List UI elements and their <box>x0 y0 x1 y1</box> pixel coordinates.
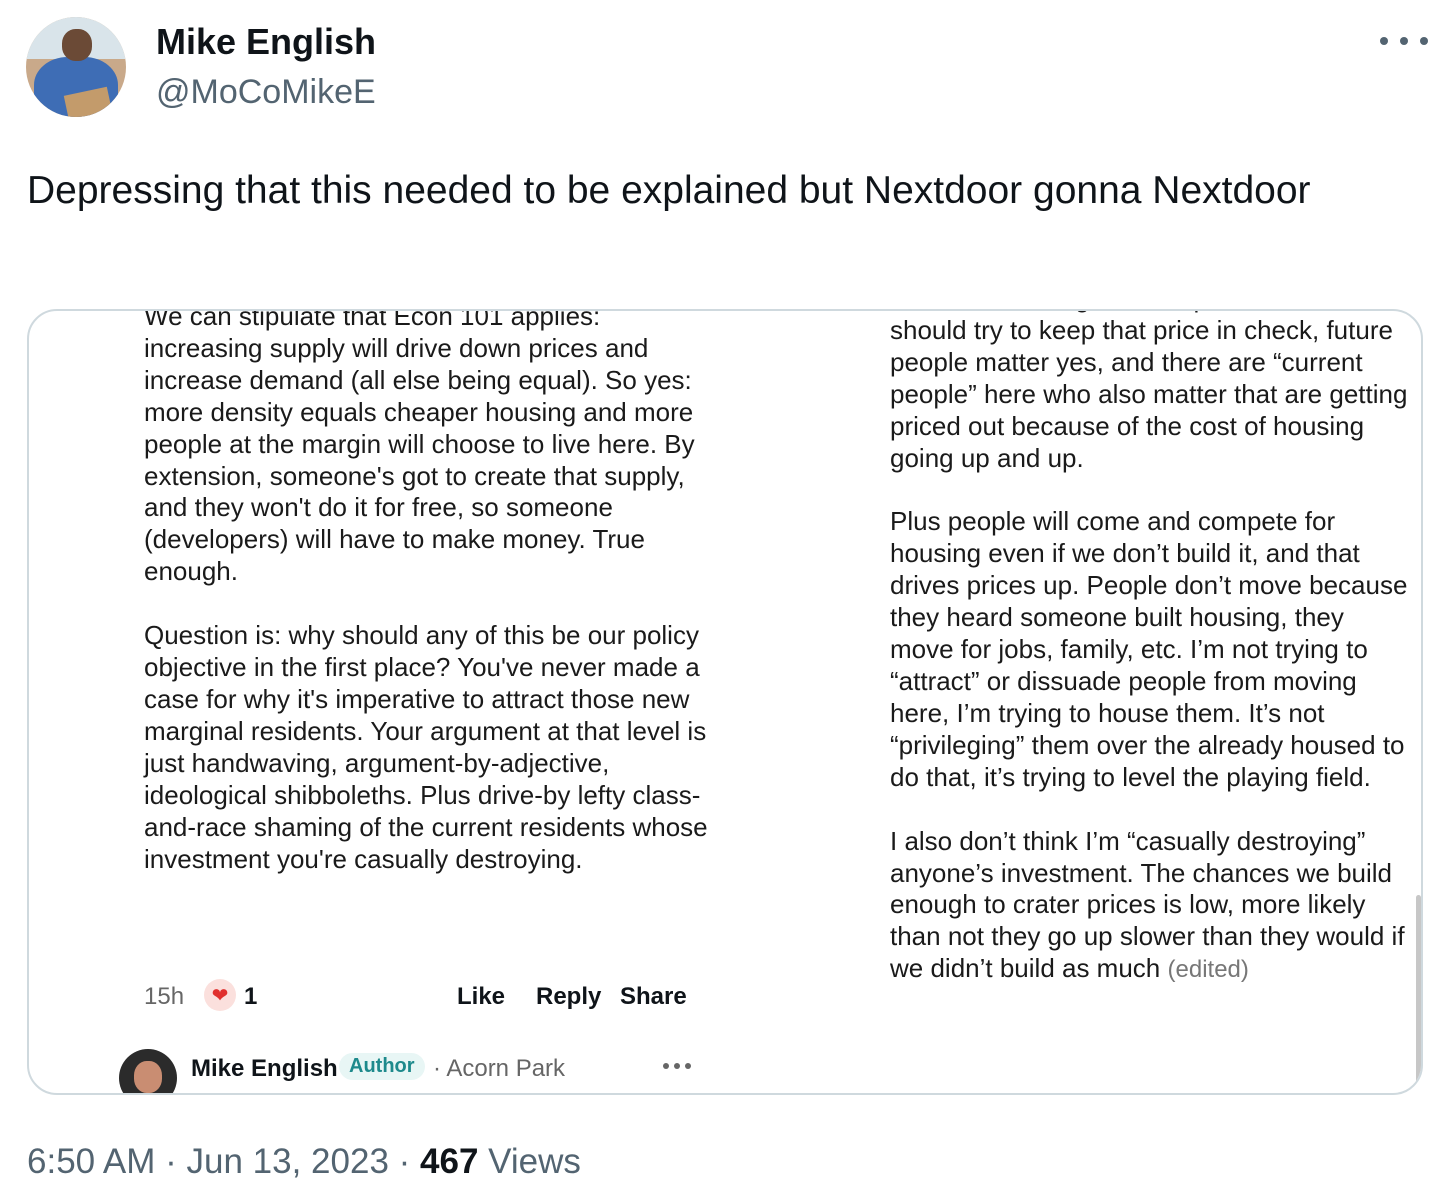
more-horizontal-icon[interactable] <box>1380 26 1428 56</box>
tweet-timestamp[interactable]: 6:50 AM · Jun 13, 2023 <box>27 1142 389 1181</box>
reply-author-avatar[interactable] <box>119 1049 177 1093</box>
reply-button[interactable]: Reply <box>536 983 601 1011</box>
dot <box>663 1063 669 1069</box>
reaction-count: 1 <box>244 983 258 1010</box>
tweet-text: Depressing that this needed to be explai… <box>27 169 1311 212</box>
attached-image-card[interactable]: We can stipulate that Econ 101 applies: … <box>27 309 1423 1095</box>
scrollbar[interactable] <box>1416 895 1421 1087</box>
avatar-head <box>62 29 92 61</box>
author-name[interactable]: Mike English <box>156 20 376 64</box>
comment-time: 15h <box>144 983 185 1010</box>
comment-paragraph: I also don’t think I’m “casually destroy… <box>890 826 1410 987</box>
dot <box>1380 37 1388 45</box>
views-label: Views <box>488 1142 581 1181</box>
reply-author-name[interactable]: Mike English <box>191 1055 338 1083</box>
comment-meta-row: 15h ❤ 1 Like Reply Share <box>144 979 704 1015</box>
reply-author-location: · Acorn Park <box>433 1055 566 1082</box>
views-count: 467 <box>420 1142 479 1181</box>
separator: · <box>388 1142 421 1181</box>
more-horizontal-icon[interactable] <box>663 1063 691 1071</box>
dot <box>674 1063 680 1069</box>
comment-paragraph: Plus people will come and compete for ho… <box>890 506 1408 792</box>
author-badge: Author <box>339 1053 425 1080</box>
comment-paragraph: Because housing is too expensive, we sho… <box>890 311 1408 473</box>
edited-label: (edited) <box>1167 956 1249 984</box>
dot <box>685 1063 691 1069</box>
dot <box>1420 37 1428 45</box>
heart-icon[interactable]: ❤ <box>204 979 236 1011</box>
comment-paragraph: We can stipulate that Econ 101 applies: … <box>144 309 695 587</box>
avatar-face <box>134 1061 162 1093</box>
author-handle[interactable]: @MoCoMikeE <box>156 70 376 114</box>
comment-paragraph: Question is: why should any of this be o… <box>144 620 708 874</box>
like-button[interactable]: Like <box>457 983 505 1011</box>
author-avatar[interactable] <box>26 17 126 117</box>
comment-left-column: We can stipulate that Econ 101 applies: … <box>144 309 724 907</box>
comment-right-column: Because housing is too expensive, we sho… <box>890 311 1410 1018</box>
dot <box>1400 37 1408 45</box>
tweet-footer: 6:50 AM · Jun 13, 2023 · 467 Views <box>27 1140 581 1184</box>
comment-text: I also don’t think I’m “casually destroy… <box>890 825 1405 984</box>
share-button[interactable]: Share <box>620 983 687 1011</box>
